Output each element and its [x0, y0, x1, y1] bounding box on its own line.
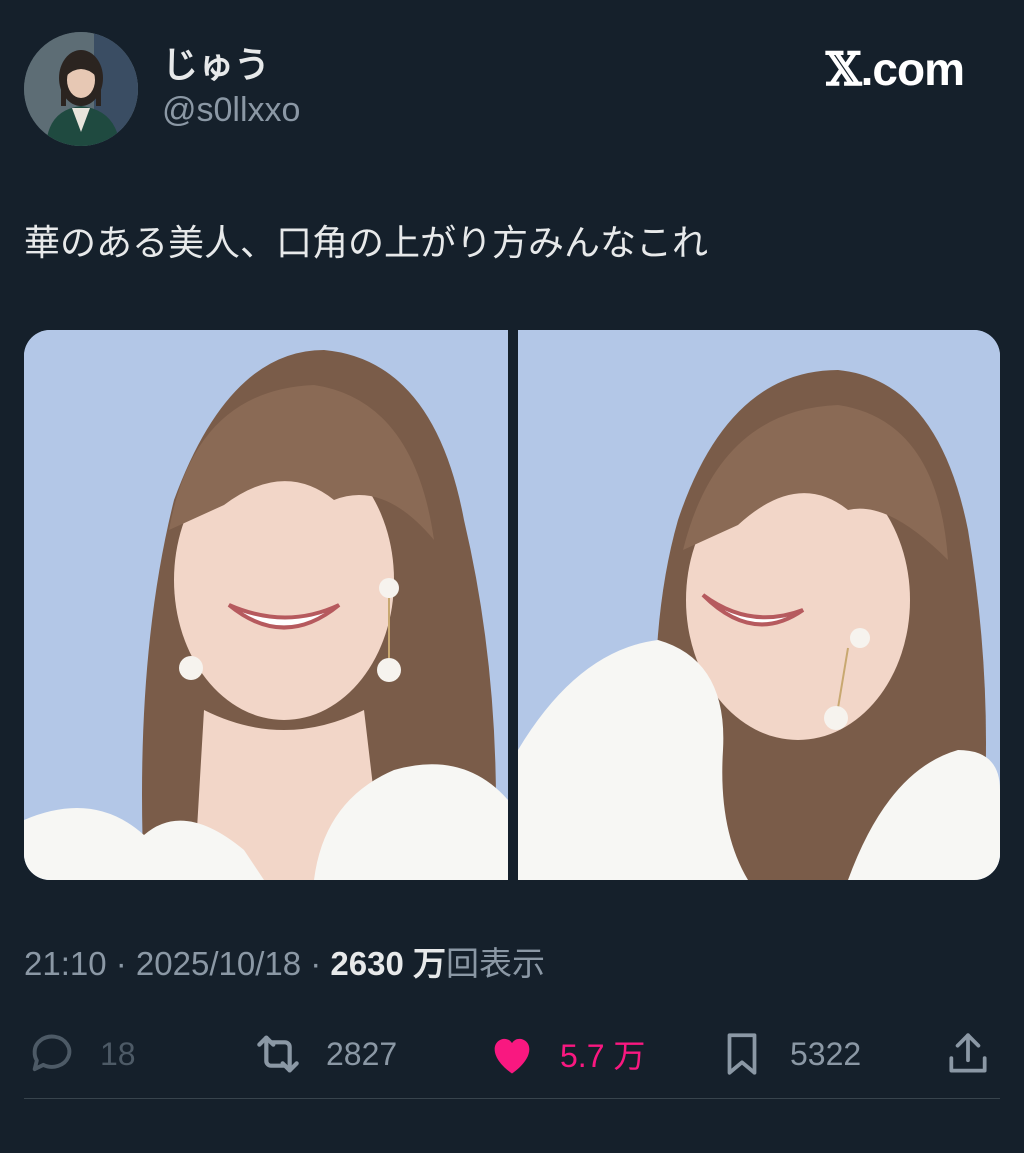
share-icon: [940, 1026, 996, 1082]
views-count: 2630 万: [330, 945, 447, 982]
tweet-meta: 21:10 · 2025/10/18 · 2630 万回表示: [24, 942, 545, 986]
tweet-header: じゅう @s0llxxo 𝕏.com: [24, 32, 1000, 152]
user-handle[interactable]: @s0llxxo: [162, 88, 300, 132]
media-photo-right[interactable]: [518, 330, 1000, 880]
tweet-date[interactable]: 2025/10/18: [136, 945, 301, 982]
tweet-time[interactable]: 21:10: [24, 945, 107, 982]
retweet-count: 2827: [326, 1035, 398, 1072]
reply-icon: [24, 1026, 80, 1082]
retweet-icon: [250, 1026, 306, 1082]
bookmark-button[interactable]: 5322: [714, 1024, 861, 1084]
media-photo-left[interactable]: [24, 330, 508, 880]
tweet-text: 華のある美人、口角の上がり方みんなこれ: [24, 222, 709, 263]
bookmark-count: 5322: [790, 1035, 862, 1072]
tweet-actions: 18 2827 5.7 万 5322: [24, 1024, 1000, 1084]
x-logo-suffix: .com: [860, 43, 965, 95]
display-name[interactable]: じゅう: [162, 42, 300, 88]
reply-count: 18: [100, 1035, 136, 1072]
share-button[interactable]: [940, 1024, 996, 1084]
heart-icon: [484, 1026, 540, 1082]
x-com-logo: 𝕏.com: [825, 42, 965, 96]
bookmark-icon: [714, 1026, 770, 1082]
meta-separator: ·: [301, 945, 331, 982]
retweet-button[interactable]: 2827: [250, 1024, 397, 1084]
views-label: 回表示: [446, 945, 546, 982]
meta-separator: ·: [106, 945, 136, 982]
like-button[interactable]: 5.7 万: [484, 1024, 645, 1084]
x-logo-glyph: 𝕏: [825, 42, 862, 96]
tweet-media[interactable]: [24, 330, 1000, 880]
like-count: 5.7 万: [560, 1038, 646, 1074]
divider: [24, 1098, 1000, 1099]
reply-button[interactable]: 18: [24, 1024, 136, 1084]
avatar[interactable]: [24, 32, 138, 146]
